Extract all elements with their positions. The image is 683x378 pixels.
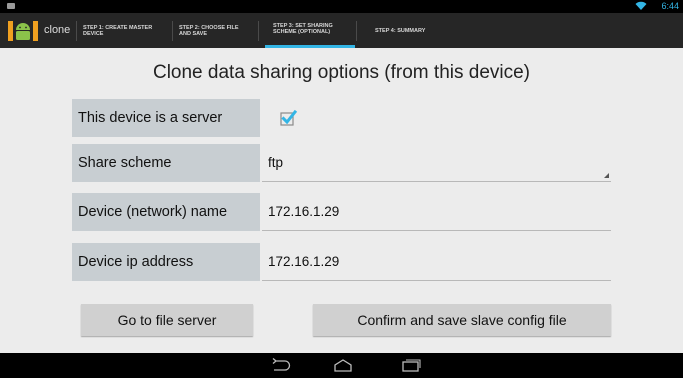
tab-step-2[interactable]: STEP 2: CHOOSE FILE AND SAVE [179,13,259,48]
go-to-file-server-button[interactable]: Go to file server [81,304,253,336]
notification-icon [7,3,15,9]
share-scheme-label: Share scheme [72,144,260,182]
tab-step-1[interactable]: STEP 1: CREATE MASTER DEVICE [83,13,173,48]
tab-step-3[interactable]: STEP 3: SET SHARING SCHEME (OPTIONAL) [265,13,355,48]
tab-step-4-line1: STEP 4: SUMMARY [375,27,426,34]
device-ip-field[interactable]: 172.16.1.29 [262,243,611,281]
tab-divider [356,21,357,41]
action-bar: clone STEP 1: CREATE MASTER DEVICE STEP … [0,13,683,48]
page-title: Clone data sharing options (from this de… [152,62,531,83]
status-bar: 6:44 [0,0,683,13]
tab-step-4[interactable]: STEP 4: SUMMARY [375,13,455,48]
device-name-label: Device (network) name [72,193,260,231]
tab-step-3-line2: SCHEME (OPTIONAL) [273,29,331,35]
android-app-icon[interactable] [8,19,38,43]
tab-step-1-line2: DEVICE [83,30,104,37]
app-name: clone [44,24,71,36]
share-scheme-spinner[interactable]: ftp [262,144,611,182]
status-time: 6:44 [661,1,679,11]
device-name-field[interactable]: 172.16.1.29 [262,193,611,231]
server-label: This device is a server [72,99,260,137]
navigation-bar [0,353,683,378]
tab-divider [172,21,173,41]
device-ip-label: Device ip address [72,243,260,281]
tab-divider [258,21,259,41]
share-scheme-value: ftp [268,155,284,170]
dropdown-corner-icon [604,173,609,178]
home-icon[interactable] [332,358,354,373]
recent-apps-icon[interactable] [400,358,422,373]
server-checkbox[interactable] [279,109,297,127]
tab-step-2-line2: AND SAVE [179,30,208,37]
confirm-save-config-button[interactable]: Confirm and save slave config file [313,304,611,336]
back-icon[interactable] [270,358,292,373]
wifi-icon [635,1,647,10]
tab-divider [76,21,77,41]
